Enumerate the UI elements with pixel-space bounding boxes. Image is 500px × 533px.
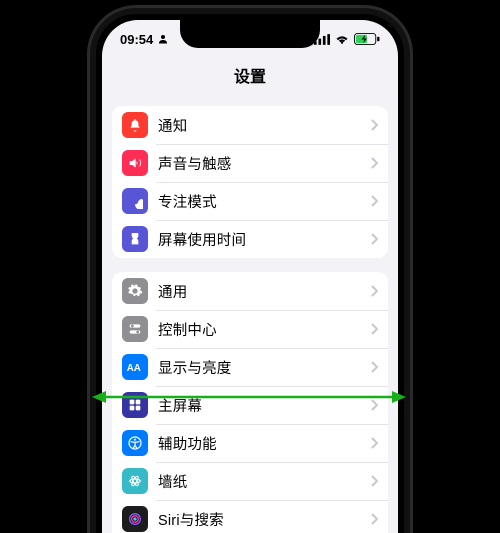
screentime-icon — [122, 226, 148, 252]
row-focus[interactable]: 专注模式 — [112, 182, 388, 220]
chevron-right-icon — [370, 361, 378, 373]
person-icon — [157, 33, 169, 45]
settings-list[interactable]: 通知 声音与触感 — [102, 106, 398, 533]
chevron-right-icon — [370, 437, 378, 449]
row-controlcenter[interactable]: 控制中心 — [112, 310, 388, 348]
chevron-right-icon — [370, 513, 378, 525]
sounds-icon — [122, 150, 148, 176]
homescreen-icon — [122, 392, 148, 418]
phone-frame: 09:54 设置 — [90, 8, 410, 533]
general-icon — [122, 278, 148, 304]
row-label: 主屏幕 — [158, 395, 370, 416]
row-label: Siri与搜索 — [158, 509, 370, 530]
settings-group: 通知 声音与触感 — [112, 106, 388, 258]
row-wallpaper[interactable]: 墙纸 — [112, 462, 388, 500]
notifications-icon — [122, 112, 148, 138]
row-display[interactable]: AA 显示与亮度 — [112, 348, 388, 386]
row-sounds[interactable]: 声音与触感 — [112, 144, 388, 182]
row-label: 专注模式 — [158, 191, 370, 212]
chevron-right-icon — [370, 399, 378, 411]
chevron-right-icon — [370, 195, 378, 207]
chevron-right-icon — [370, 233, 378, 245]
row-label: 辅助功能 — [158, 433, 370, 454]
display-icon: AA — [122, 354, 148, 380]
row-label: 通用 — [158, 281, 370, 302]
row-label: 显示与亮度 — [158, 357, 370, 378]
row-label: 控制中心 — [158, 319, 370, 340]
row-label: 声音与触感 — [158, 153, 370, 174]
row-label: 墙纸 — [158, 471, 370, 492]
settings-group: 通用 控制中心 AA — [112, 272, 388, 533]
chevron-right-icon — [370, 157, 378, 169]
row-siri[interactable]: Siri与搜索 — [112, 500, 388, 533]
focus-icon — [122, 188, 148, 214]
row-general[interactable]: 通用 — [112, 272, 388, 310]
siri-icon — [122, 506, 148, 532]
chevron-right-icon — [370, 323, 378, 335]
row-homescreen[interactable]: 主屏幕 — [112, 386, 388, 424]
navbar: 设置 — [102, 58, 398, 92]
page-title: 设置 — [234, 63, 266, 87]
controlcenter-icon — [122, 316, 148, 342]
battery-icon — [354, 33, 380, 45]
accessibility-icon — [122, 430, 148, 456]
wifi-icon — [334, 34, 350, 45]
row-accessibility[interactable]: 辅助功能 — [112, 424, 388, 462]
wallpaper-icon — [122, 468, 148, 494]
chevron-right-icon — [370, 475, 378, 487]
phone-screen: 09:54 设置 — [102, 20, 398, 533]
notch — [180, 20, 320, 48]
row-label: 屏幕使用时间 — [158, 229, 370, 250]
chevron-right-icon — [370, 285, 378, 297]
row-notifications[interactable]: 通知 — [112, 106, 388, 144]
status-time: 09:54 — [120, 32, 153, 47]
row-screentime[interactable]: 屏幕使用时间 — [112, 220, 388, 258]
svg-text:AA: AA — [127, 363, 141, 374]
row-label: 通知 — [158, 115, 370, 136]
chevron-right-icon — [370, 119, 378, 131]
